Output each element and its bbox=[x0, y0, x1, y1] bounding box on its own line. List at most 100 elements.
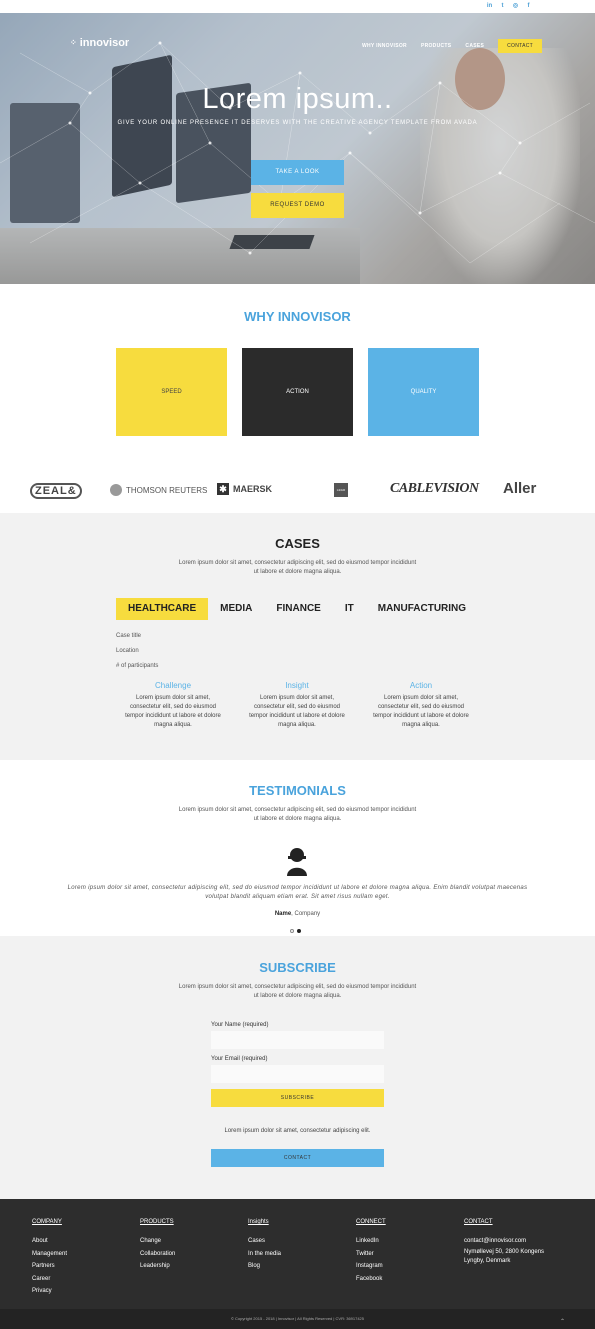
challenge-column: Challenge Lorem ipsum dolor sit amet, co… bbox=[117, 681, 229, 730]
cases-title: CASES bbox=[275, 536, 320, 551]
footer-company-column: COMPANY About Management Partners Career… bbox=[32, 1219, 67, 1298]
avatar-icon bbox=[287, 848, 307, 876]
footer-link-linkedin[interactable]: LinkedIn bbox=[356, 1235, 386, 1248]
take-a-look-button[interactable]: TAKE A LOOK bbox=[251, 160, 344, 185]
tab-healthcare[interactable]: HEALTHCARE bbox=[116, 598, 209, 620]
footer-link-career[interactable]: Career bbox=[32, 1273, 67, 1286]
quality-box[interactable]: QUALITY bbox=[368, 348, 479, 436]
hero-section: ⁘ innovisor WHY INNOVISOR PRODUCTS CASES… bbox=[0, 13, 595, 284]
lego-logo: LEGO bbox=[334, 483, 348, 497]
footer-link-privacy[interactable]: Privacy bbox=[32, 1285, 67, 1298]
thomson-reuters-logo: THOMSON REUTERS bbox=[110, 484, 207, 496]
footer-link-management[interactable]: Management bbox=[32, 1248, 67, 1261]
maersk-logo: ✱ MAERSK bbox=[217, 483, 272, 495]
nav-why-innovisor[interactable]: WHY INNOVISOR bbox=[362, 43, 407, 49]
footer-connect-column: CONNECT LinkedIn Twitter Instagram Faceb… bbox=[356, 1219, 386, 1285]
nav-products[interactable]: PRODUCTS bbox=[421, 43, 451, 49]
footer-link-blog[interactable]: Blog bbox=[248, 1260, 281, 1273]
testimonials-lead-line-2: ut labore et dolore magna aliqua. bbox=[253, 816, 342, 822]
scroll-to-top-icon[interactable]: ⌃ bbox=[560, 1318, 565, 1325]
testimonial-author: Name, Company bbox=[274, 911, 321, 917]
subscribe-section: SUBSCRIBE Lorem ipsum dolor sit amet, co… bbox=[0, 936, 595, 1199]
copyright-bar: © Copyright 2015 - 2018 | Innovisor | Al… bbox=[0, 1309, 595, 1329]
subscribe-title: SUBSCRIBE bbox=[259, 960, 336, 975]
logo-dots-icon: ⁘ bbox=[70, 38, 78, 47]
tab-media[interactable]: MEDIA bbox=[208, 598, 264, 620]
nav-contact-button[interactable]: CONTACT bbox=[498, 39, 543, 53]
insight-column: Insight Lorem ipsum dolor sit amet, cons… bbox=[241, 681, 353, 730]
hero-subtitle: GIVE YOUR ONLINE PRESENCE IT DESERVES WI… bbox=[117, 120, 478, 126]
name-field[interactable] bbox=[211, 1031, 384, 1049]
name-field-label: Your Name (required) bbox=[211, 1022, 269, 1028]
tab-finance[interactable]: FINANCE bbox=[264, 598, 332, 620]
case-title-label: Case title bbox=[116, 633, 142, 639]
aller-logo: Aller bbox=[503, 480, 537, 497]
footer-insights-heading[interactable]: Insights bbox=[248, 1219, 281, 1225]
footer-link-about[interactable]: About bbox=[32, 1235, 67, 1248]
main-nav: WHY INNOVISOR PRODUCTS CASES CONTACT bbox=[362, 39, 543, 53]
innovisor-logo[interactable]: ⁘ innovisor bbox=[70, 37, 129, 49]
footer-products-column: PRODUCTS Change Collaboration Leadership bbox=[140, 1219, 175, 1273]
case-participants-label: # of participants bbox=[116, 663, 159, 669]
hero-title: Lorem ipsum.. bbox=[202, 83, 393, 115]
speed-box[interactable]: SPEED bbox=[116, 348, 227, 436]
subscribe-button[interactable]: SUBSCRIBE bbox=[211, 1089, 384, 1107]
social-links: in t ◎ f bbox=[486, 3, 532, 10]
action-column: Action Lorem ipsum dolor sit amet, conse… bbox=[365, 681, 477, 730]
footer-contact-address-line-1: Nymøllevej 50, 2800 Kongens bbox=[464, 1248, 545, 1255]
action-title: Action bbox=[409, 681, 433, 690]
why-innovisor-title: WHY INNOVISOR bbox=[244, 309, 351, 324]
linkedin-icon[interactable]: in bbox=[486, 3, 493, 10]
footer-contact-email[interactable]: contact@innovisor.com bbox=[464, 1235, 544, 1248]
footer-connect-heading[interactable]: CONNECT bbox=[356, 1219, 386, 1225]
footer-company-heading[interactable]: COMPANY bbox=[32, 1219, 67, 1225]
footer-link-leadership[interactable]: Leadership bbox=[140, 1260, 175, 1273]
footer-link-facebook[interactable]: Facebook bbox=[356, 1273, 386, 1286]
pager-dot-2[interactable] bbox=[297, 929, 301, 933]
cases-section: CASES Lorem ipsum dolor sit amet, consec… bbox=[0, 513, 595, 760]
action-box[interactable]: ACTION bbox=[242, 348, 353, 436]
testimonial-pager bbox=[290, 929, 301, 933]
footer: COMPANY About Management Partners Career… bbox=[0, 1199, 595, 1309]
cases-lead-line-2: ut labore et dolore magna aliqua. bbox=[253, 569, 342, 575]
footer-link-instagram[interactable]: Instagram bbox=[356, 1260, 386, 1273]
pager-dot-1[interactable] bbox=[290, 929, 294, 933]
testimonial-quote-line-2: volutpat blandit aliquam etiam erat. Sit… bbox=[205, 894, 390, 900]
tab-manufacturing[interactable]: MANUFACTURING bbox=[366, 598, 478, 620]
facebook-icon[interactable]: f bbox=[525, 3, 532, 10]
case-location-label: Location bbox=[116, 648, 139, 654]
network-lines-decoration bbox=[0, 41, 595, 264]
footer-link-cases[interactable]: Cases bbox=[248, 1235, 281, 1248]
challenge-title: Challenge bbox=[154, 681, 192, 690]
tab-it[interactable]: IT bbox=[333, 598, 366, 620]
testimonial-quote-line-1: Lorem ipsum dolor sit amet, consectetur … bbox=[67, 885, 528, 891]
footer-link-collaboration[interactable]: Collaboration bbox=[140, 1248, 175, 1261]
footer-link-in-the-media[interactable]: In the media bbox=[248, 1248, 281, 1261]
client-logos: ZEAL& THOMSON REUTERS ✱ MAERSK LEGO CABL… bbox=[0, 480, 595, 500]
subscribe-note: Lorem ipsum dolor sit amet, consectetur … bbox=[224, 1128, 371, 1134]
maersk-star-icon: ✱ bbox=[217, 483, 229, 495]
subscribe-lead-line-1: Lorem ipsum dolor sit amet, consectetur … bbox=[178, 984, 417, 990]
cases-lead-line-1: Lorem ipsum dolor sit amet, consectetur … bbox=[178, 560, 417, 566]
contact-button[interactable]: CONTACT bbox=[211, 1149, 384, 1167]
subscribe-lead-line-2: ut labore et dolore magna aliqua. bbox=[253, 993, 342, 999]
instagram-icon[interactable]: ◎ bbox=[512, 3, 519, 10]
footer-link-change[interactable]: Change bbox=[140, 1235, 175, 1248]
top-bar: in t ◎ f bbox=[0, 0, 595, 13]
footer-contact-column: CONTACT contact@innovisor.com Nymøllevej… bbox=[464, 1219, 544, 1266]
footer-products-heading[interactable]: PRODUCTS bbox=[140, 1219, 175, 1225]
testimonials-title: TESTIMONIALS bbox=[249, 783, 346, 798]
footer-insights-column: Insights Cases In the media Blog bbox=[248, 1219, 281, 1273]
zeal-logo: ZEAL& bbox=[30, 483, 82, 499]
cablevision-logo: CABLEVISION bbox=[390, 481, 479, 496]
request-demo-button[interactable]: REQUEST DEMO bbox=[251, 193, 344, 218]
email-field[interactable] bbox=[211, 1065, 384, 1083]
twitter-icon[interactable]: t bbox=[499, 3, 506, 10]
footer-link-partners[interactable]: Partners bbox=[32, 1260, 67, 1273]
footer-contact-address-line-2: Lyngby, Denmark bbox=[464, 1257, 511, 1264]
footer-contact-heading[interactable]: CONTACT bbox=[464, 1219, 544, 1225]
nav-cases[interactable]: CASES bbox=[465, 43, 484, 49]
insight-title: Insight bbox=[285, 681, 309, 690]
footer-link-twitter[interactable]: Twitter bbox=[356, 1248, 386, 1261]
testimonials-lead-line-1: Lorem ipsum dolor sit amet, consectetur … bbox=[178, 807, 417, 813]
